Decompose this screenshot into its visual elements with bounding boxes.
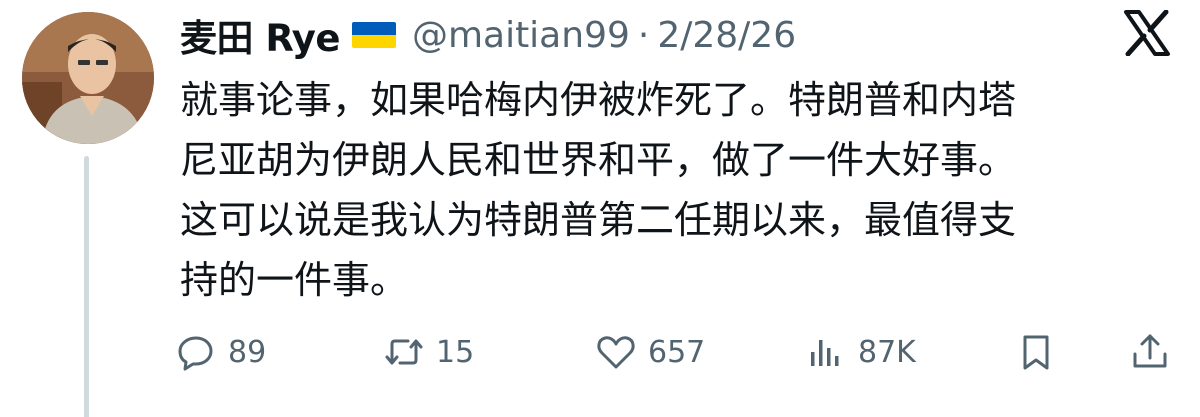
user-handle[interactable]: @maitian99 [412, 15, 630, 56]
like-button[interactable]: 657 [596, 322, 705, 382]
thread-line [84, 156, 89, 417]
tweet-header: 麦田 Rye @maitian99 · 2/28/26 [180, 8, 796, 62]
display-name[interactable]: 麦田 Rye [180, 8, 340, 62]
repost-icon [384, 332, 424, 372]
reply-count: 89 [228, 334, 267, 370]
action-bar: 89 15 657 87K [176, 322, 1176, 382]
share-icon [1130, 332, 1170, 372]
views-button[interactable]: 87K [806, 322, 916, 382]
bookmark-button[interactable] [1016, 322, 1056, 382]
like-count: 657 [648, 334, 706, 370]
x-logo-icon [1122, 9, 1172, 57]
share-button[interactable] [1130, 322, 1170, 382]
reply-icon [176, 332, 216, 372]
tweet-text: 就事论事，如果哈梅内伊被炸死了。特朗普和内塔 尼亚胡为伊朗人民和世界和平，做了一… [180, 70, 1180, 310]
ukraine-flag-icon [351, 22, 396, 48]
avatar[interactable] [22, 12, 154, 144]
reply-button[interactable]: 89 [176, 322, 266, 382]
views-count: 87K [858, 334, 916, 370]
separator-dot: · [637, 14, 650, 56]
tweet-text-line: 就事论事，如果哈梅内伊被炸死了。特朗普和内塔 [180, 78, 1017, 122]
tweet-text-line: 持的一件事。 [180, 258, 409, 302]
tweet-text-line: 尼亚胡为伊朗人民和世界和平，做了一件大好事。 [180, 138, 1017, 182]
views-chart-icon [806, 332, 846, 372]
repost-count: 15 [436, 334, 475, 370]
bookmark-icon [1016, 332, 1056, 372]
post-date[interactable]: 2/28/26 [657, 15, 796, 56]
avatar-photo [22, 12, 154, 144]
tweet-card: 麦田 Rye @maitian99 · 2/28/26 就事论事，如果哈梅内伊被… [0, 0, 1200, 417]
tweet-text-line: 这可以说是我认为特朗普第二任期以来，最值得支 [180, 198, 1017, 242]
repost-button[interactable]: 15 [384, 322, 474, 382]
heart-icon [596, 332, 636, 372]
